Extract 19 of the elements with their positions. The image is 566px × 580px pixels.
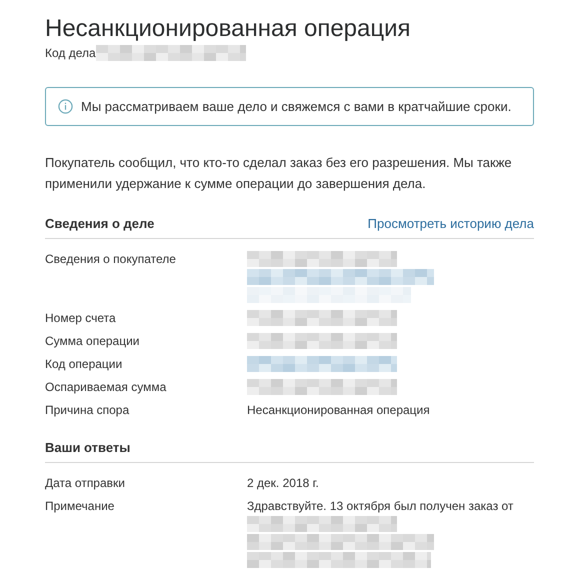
field-value: 2 дек. 2018 г. <box>247 475 320 491</box>
section-heading: Ваши ответы <box>45 440 130 455</box>
field-label: Номер счета <box>45 310 117 326</box>
notice-text: Мы рассматриваем ваше дело и свяжемся с вами в кратчайшие сроки. <box>81 99 512 114</box>
case-code-label: Код дела <box>45 46 96 60</box>
field-label: Дата отправки <box>45 475 126 491</box>
history-link[interactable]: Просмотреть историю дела <box>368 216 534 231</box>
field-label: Оспариваемая сумма <box>45 379 168 395</box>
field-label: Сумма операции <box>45 333 141 349</box>
field-value: Здравствуйте. 13 октября был получен заказ от <box>247 498 514 514</box>
field-value: Несанкционированная операция <box>247 402 431 418</box>
field-label: Сведения о покупателе <box>45 251 177 268</box>
field-label: Примечание <box>45 498 116 515</box>
description-text: Покупатель сообщил, что кто-то сделал заказ без его разрешения. Мы также применили удержание к сумме операции до завершения дела. <box>45 154 513 193</box>
section-heading: Сведения о деле <box>45 216 154 231</box>
field-label: Причина спора <box>45 402 130 418</box>
page-title: Несанкционированная операция <box>45 14 412 44</box>
field-label: Код операции <box>45 356 124 372</box>
info-icon <box>58 99 73 114</box>
